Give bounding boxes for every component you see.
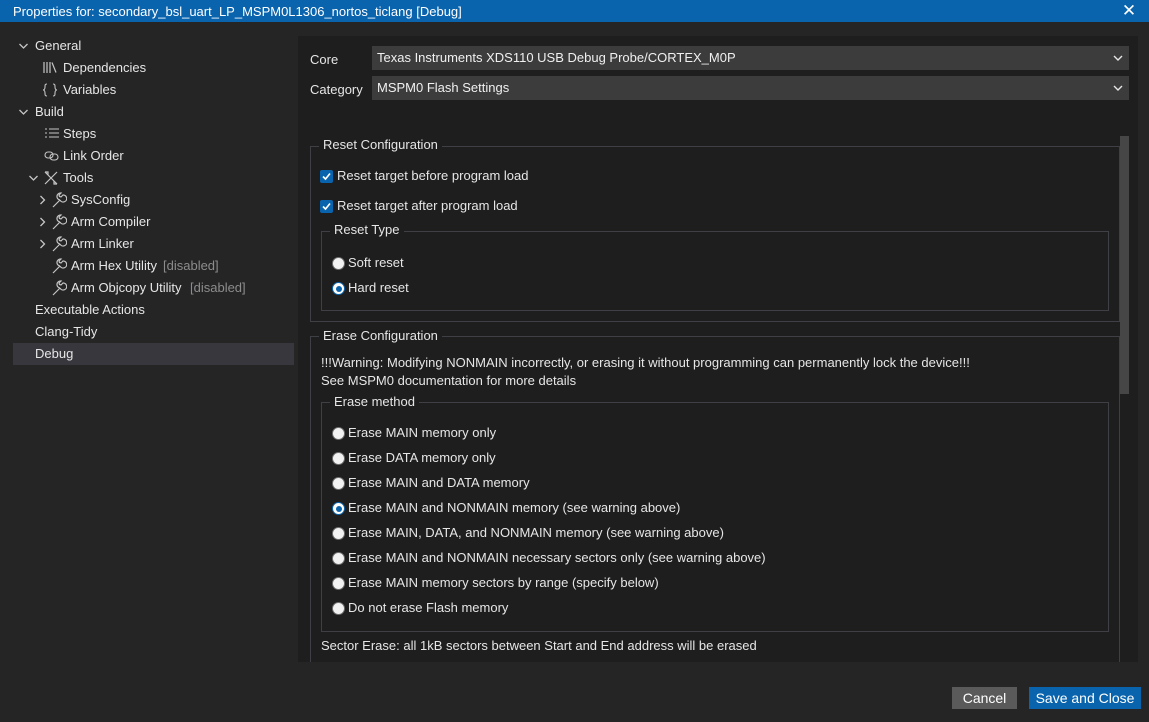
tree-item-executable-actions[interactable]: Executable Actions — [13, 299, 293, 321]
tree-item-variables[interactable]: Variables — [13, 79, 293, 101]
window-title: Properties for: secondary_bsl_uart_LP_MS… — [13, 4, 462, 19]
radio-button[interactable] — [332, 427, 345, 440]
tree-item-link-order[interactable]: Link Order — [13, 145, 293, 167]
tree-item-label: Arm Objcopy Utility — [71, 280, 182, 295]
settings-scroll-area[interactable]: Reset Configuration Reset target before … — [298, 136, 1131, 662]
tree-item-label: Debug — [35, 346, 74, 361]
tree-item-clang-tidy[interactable]: Clang-Tidy — [13, 321, 293, 343]
erase-option-label: Erase MAIN, DATA, and NONMAIN memory (se… — [348, 525, 724, 540]
erase-method-legend: Erase method — [330, 394, 419, 409]
save-and-close-button[interactable]: Save and Close — [1029, 687, 1141, 709]
tree-item-label: Arm Compiler — [71, 214, 151, 229]
tree-item-arm-hex-utility[interactable]: Arm Hex Utility [disabled] — [13, 255, 293, 277]
tree-item-tools[interactable]: Tools — [13, 167, 293, 189]
category-select[interactable]: MSPM0 Flash Settings — [372, 76, 1129, 100]
documentation-note: See MSPM0 documentation for more details — [321, 373, 577, 388]
wrench-icon — [51, 277, 68, 299]
tree-item-label: Tools — [63, 170, 94, 185]
tree-item-general[interactable]: General — [13, 35, 293, 57]
radio-button[interactable] — [332, 257, 345, 270]
erase-option-label: Do not erase Flash memory — [348, 600, 509, 615]
tree-item-label: Steps — [63, 126, 97, 141]
chevron-right-icon[interactable] — [35, 211, 49, 233]
radio-button[interactable] — [332, 477, 345, 490]
category-select-value: MSPM0 Flash Settings — [377, 80, 510, 95]
radio-button-selected[interactable] — [332, 502, 345, 515]
tree-item-label: Clang-Tidy — [35, 324, 98, 339]
core-select[interactable]: Texas Instruments XDS110 USB Debug Probe… — [372, 46, 1129, 70]
disabled-tag: [disabled] — [190, 280, 246, 295]
cancel-button[interactable]: Cancel — [952, 687, 1017, 709]
reset-type-legend: Reset Type — [330, 222, 404, 237]
chevron-down-icon — [1111, 48, 1125, 68]
reset-configuration-legend: Reset Configuration — [319, 137, 442, 152]
tree-item-label: Variables — [63, 82, 117, 97]
category-label: Category — [310, 82, 363, 97]
reset-after-load-label: Reset target after program load — [337, 198, 518, 213]
tree-item-label: Link Order — [63, 148, 124, 163]
radio-button[interactable] — [332, 577, 345, 590]
erase-configuration-legend: Erase Configuration — [319, 328, 442, 343]
radio-button[interactable] — [332, 452, 345, 465]
wrench-icon — [51, 189, 68, 211]
reset-before-load-label: Reset target before program load — [337, 168, 529, 183]
tree-item-label: Executable Actions — [35, 302, 145, 317]
erase-option-label: Erase MAIN and NONMAIN necessary sectors… — [348, 550, 766, 565]
erase-option-label: Erase MAIN and NONMAIN memory (see warni… — [348, 500, 681, 515]
variable-icon — [42, 79, 58, 101]
soft-reset-label: Soft reset — [348, 255, 404, 270]
link-icon — [44, 145, 60, 167]
reset-type-group — [321, 231, 1109, 311]
sidebar-tree: General Dependencies Variables Build Ste… — [0, 22, 298, 722]
wrench-icon — [51, 233, 68, 255]
tree-item-sysconfig[interactable]: SysConfig — [13, 189, 293, 211]
radio-button[interactable] — [332, 527, 345, 540]
erase-option-label: Erase MAIN and DATA memory — [348, 475, 530, 490]
chevron-down-icon[interactable] — [26, 167, 40, 189]
erase-option-label: Erase DATA memory only — [348, 450, 496, 465]
tree-item-label: SysConfig — [71, 192, 131, 207]
nonmain-warning-text: !!!Warning: Modifying NONMAIN incorrectl… — [321, 355, 970, 370]
core-select-value: Texas Instruments XDS110 USB Debug Probe… — [377, 50, 736, 65]
chevron-down-icon — [1111, 78, 1125, 98]
vertical-scrollbar-thumb[interactable] — [1120, 136, 1129, 394]
wrench-icon — [51, 255, 68, 277]
library-icon — [42, 57, 58, 79]
chevron-right-icon[interactable] — [35, 233, 49, 255]
radio-button[interactable] — [332, 552, 345, 565]
erase-option-label: Erase MAIN memory only — [348, 425, 497, 440]
chevron-down-icon[interactable] — [16, 101, 30, 123]
hard-reset-label: Hard reset — [348, 280, 409, 295]
tree-item-debug[interactable]: Debug — [13, 343, 294, 365]
tree-item-build[interactable]: Build — [13, 101, 293, 123]
tree-item-label: Arm Hex Utility — [71, 258, 157, 273]
core-label: Core — [310, 52, 339, 67]
disabled-tag: [disabled] — [163, 258, 219, 273]
chevron-down-icon[interactable] — [16, 35, 30, 57]
tree-item-dependencies[interactable]: Dependencies — [13, 57, 293, 79]
tree-item-label: Build — [35, 104, 64, 119]
tree-item-arm-compiler[interactable]: Arm Compiler — [13, 211, 293, 233]
tree-item-label: General — [35, 38, 82, 53]
sector-erase-note: Sector Erase: all 1kB sectors between St… — [321, 638, 757, 653]
close-icon[interactable]: ✕ — [1119, 1, 1139, 21]
radio-button[interactable] — [332, 602, 345, 615]
title-bar: Properties for: secondary_bsl_uart_LP_MS… — [0, 0, 1149, 22]
tree-item-arm-linker[interactable]: Arm Linker — [13, 233, 293, 255]
wrench-icon — [51, 211, 68, 233]
tree-item-steps[interactable]: Steps — [13, 123, 293, 145]
tools-icon — [43, 167, 59, 189]
radio-button-selected[interactable] — [332, 282, 345, 295]
chevron-right-icon[interactable] — [35, 189, 49, 211]
tree-item-arm-objcopy-utility[interactable]: Arm Objcopy Utility [disabled] — [13, 277, 293, 299]
checkbox-checked[interactable] — [320, 200, 333, 213]
list-icon — [44, 123, 60, 145]
erase-option-label: Erase MAIN memory sectors by range (spec… — [348, 575, 659, 590]
tree-item-label: Dependencies — [63, 60, 147, 75]
checkbox-checked[interactable] — [320, 170, 333, 183]
tree-item-label: Arm Linker — [71, 236, 134, 251]
